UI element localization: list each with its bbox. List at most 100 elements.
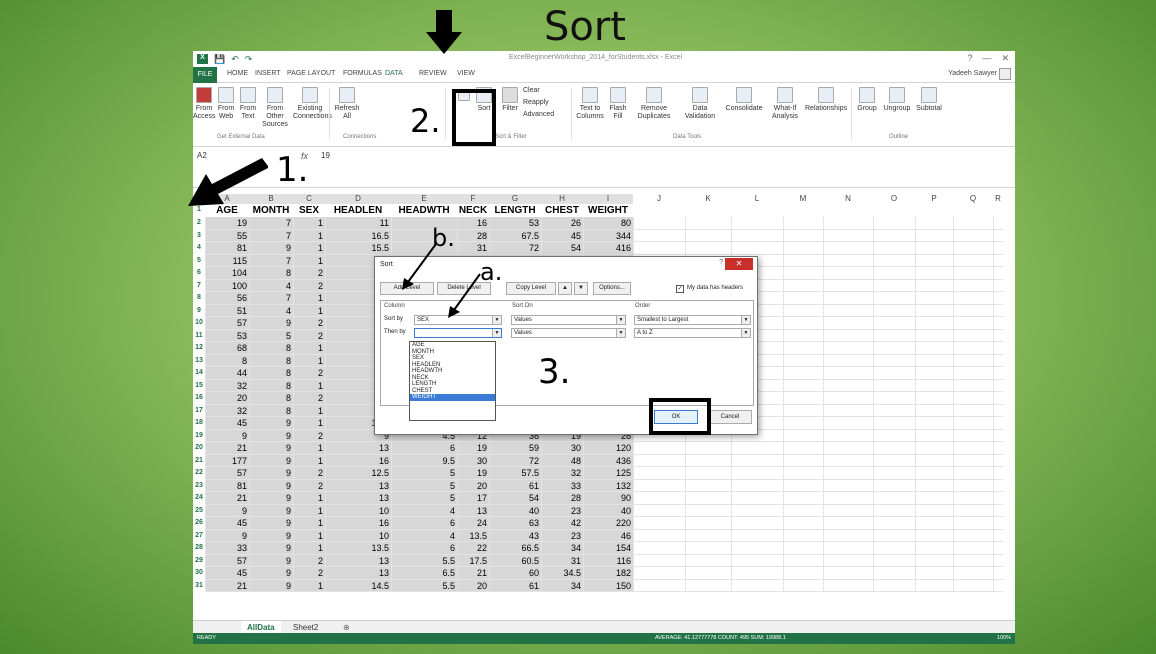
table-cell[interactable]: 9: [249, 467, 293, 479]
table-cell[interactable]: 436: [583, 455, 633, 467]
table-cell[interactable]: 1: [293, 505, 325, 517]
table-cell[interactable]: 5: [249, 330, 293, 342]
table-cell[interactable]: 9: [249, 542, 293, 554]
table-cell[interactable]: 120: [583, 442, 633, 454]
row-header[interactable]: 29: [193, 557, 205, 564]
row-header[interactable]: 10: [193, 319, 205, 326]
table-cell[interactable]: 53: [205, 330, 249, 342]
row-header[interactable]: 9: [193, 307, 205, 314]
table-cell[interactable]: 1: [293, 292, 325, 304]
table-cell[interactable]: 53: [489, 217, 541, 229]
table-cell[interactable]: 31: [541, 555, 583, 567]
row-header[interactable]: 13: [193, 357, 205, 364]
table-cell[interactable]: 81: [205, 242, 249, 254]
table-cell[interactable]: 4: [391, 530, 457, 542]
close-icon[interactable]: ✕: [1001, 53, 1009, 64]
table-cell[interactable]: 45: [205, 417, 249, 429]
table-cell[interactable]: 2: [293, 317, 325, 329]
column-header[interactable]: E: [391, 194, 457, 204]
table-cell[interactable]: 45: [205, 517, 249, 529]
row-header[interactable]: 14: [193, 369, 205, 376]
options-button[interactable]: Options...: [593, 282, 631, 295]
table-cell[interactable]: 30: [541, 442, 583, 454]
row-header[interactable]: 22: [193, 469, 205, 476]
table-cell[interactable]: 1: [293, 442, 325, 454]
table-cell[interactable]: 2: [293, 480, 325, 492]
row-header[interactable]: 6: [193, 269, 205, 276]
table-cell[interactable]: 9: [249, 505, 293, 517]
table-cell[interactable]: 9: [249, 530, 293, 542]
table-cell[interactable]: 2: [293, 467, 325, 479]
table-cell[interactable]: 182: [583, 567, 633, 579]
tab-file[interactable]: FILE: [193, 67, 217, 83]
then-by-select[interactable]: ▼: [414, 328, 502, 338]
avatar[interactable]: [999, 68, 1011, 80]
table-cell[interactable]: 9: [249, 430, 293, 442]
order-select[interactable]: Smallest to Largest ▼: [634, 315, 751, 325]
table-cell[interactable]: 8: [249, 392, 293, 404]
table-cell[interactable]: 16.5: [325, 230, 391, 242]
table-cell[interactable]: 116: [583, 555, 633, 567]
table-cell[interactable]: 20: [457, 480, 489, 492]
table-cell[interactable]: 1: [293, 305, 325, 317]
table-cell[interactable]: 72: [489, 455, 541, 467]
refresh-all-button[interactable]: Refresh All: [333, 87, 361, 121]
row-header[interactable]: 5: [193, 257, 205, 264]
table-cell[interactable]: 8: [249, 342, 293, 354]
minimize-icon[interactable]: —: [982, 53, 991, 64]
table-cell[interactable]: 177: [205, 455, 249, 467]
table-cell[interactable]: 1: [293, 255, 325, 267]
table-cell[interactable]: 31: [457, 242, 489, 254]
table-cell[interactable]: 42: [541, 517, 583, 529]
table-cell[interactable]: 34: [541, 542, 583, 554]
table-cell[interactable]: 33: [541, 480, 583, 492]
table-cell[interactable]: 57.5: [489, 467, 541, 479]
table-cell[interactable]: 13: [325, 492, 391, 504]
table-cell[interactable]: 4: [249, 305, 293, 317]
table-cell[interactable]: 43: [489, 530, 541, 542]
table-cell[interactable]: 13.5: [457, 530, 489, 542]
table-cell[interactable]: 9: [249, 417, 293, 429]
row-header[interactable]: 27: [193, 532, 205, 539]
table-cell[interactable]: 72: [489, 242, 541, 254]
table-cell[interactable]: 1: [293, 355, 325, 367]
table-cell[interactable]: 16: [325, 455, 391, 467]
header-cell[interactable]: NECK: [457, 204, 489, 217]
table-cell[interactable]: 2: [293, 430, 325, 442]
row-header[interactable]: 2: [193, 219, 205, 226]
move-up-icon[interactable]: ▲: [558, 282, 572, 295]
table-cell[interactable]: 4: [249, 280, 293, 292]
table-cell[interactable]: 54: [541, 242, 583, 254]
table-cell[interactable]: 12.5: [325, 467, 391, 479]
filter-button[interactable]: Filter: [499, 87, 521, 113]
row-header[interactable]: 8: [193, 294, 205, 301]
chevron-down-icon[interactable]: ▼: [741, 329, 750, 337]
remove-duplicates-button[interactable]: Remove Duplicates: [631, 87, 677, 121]
column-header[interactable]: P: [915, 194, 953, 204]
table-cell[interactable]: 32: [205, 380, 249, 392]
table-cell[interactable]: 1: [293, 230, 325, 242]
table-cell[interactable]: 45: [205, 567, 249, 579]
table-cell[interactable]: 48: [541, 455, 583, 467]
text-to-columns-button[interactable]: Text to Columns: [575, 87, 605, 121]
table-cell[interactable]: 61: [489, 480, 541, 492]
table-cell[interactable]: 11: [325, 217, 391, 229]
table-cell[interactable]: 90: [583, 492, 633, 504]
zoom-level[interactable]: 100%: [997, 633, 1011, 644]
table-cell[interactable]: 30: [457, 455, 489, 467]
tab-page-layout[interactable]: PAGE LAYOUT: [287, 70, 335, 77]
column-header[interactable]: M: [783, 194, 823, 204]
table-cell[interactable]: 57: [205, 317, 249, 329]
table-cell[interactable]: 19: [205, 217, 249, 229]
column-header[interactable]: C: [293, 194, 325, 204]
column-header[interactable]: J: [633, 194, 685, 204]
from-web-button[interactable]: From Web: [215, 87, 237, 121]
table-cell[interactable]: 9: [249, 555, 293, 567]
chevron-down-icon[interactable]: ▼: [492, 316, 501, 324]
table-cell[interactable]: 2: [293, 267, 325, 279]
row-header[interactable]: 28: [193, 544, 205, 551]
table-cell[interactable]: 32: [205, 405, 249, 417]
table-cell[interactable]: 19: [457, 467, 489, 479]
header-cell[interactable]: LENGTH: [489, 204, 541, 217]
table-cell[interactable]: 2: [293, 330, 325, 342]
